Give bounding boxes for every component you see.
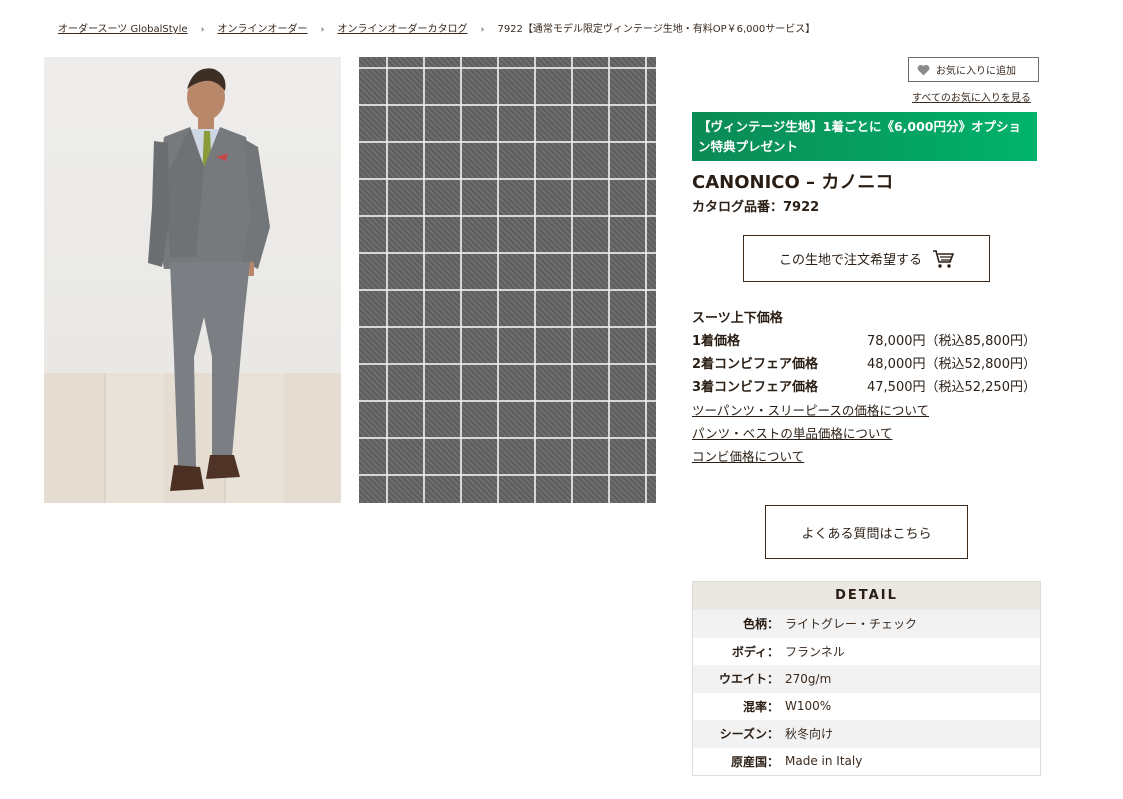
detail-value: W100% — [785, 699, 832, 714]
breadcrumb-item-online-order[interactable]: オンラインオーダー — [217, 24, 307, 35]
detail-value: 秋冬向け — [785, 727, 834, 742]
detail-table: DETAIL 色柄： ライトグレー・チェック ボディ： フランネル ウエイト： 270… — [692, 581, 1041, 776]
detail-row: 原産国： Made in Italy — [693, 748, 1040, 776]
price-value: 48,000円（税込52,800円） — [867, 357, 1036, 372]
vintage-offer-banner: 【ヴィンテージ生地】1着ごとに《6,000円分》オプション特典プレゼント — [692, 112, 1037, 161]
single-item-price-link[interactable]: パンツ・ベストの単品価格について — [692, 423, 893, 442]
add-favorite-label: お気に入りに追加 — [936, 66, 1016, 77]
breadcrumb-item-catalog[interactable]: オンラインオーダーカタログ — [337, 24, 467, 35]
price-value: 78,000円（税込85,800円） — [867, 334, 1036, 349]
product-brand-title: CANONICO – カノニコ — [692, 172, 894, 193]
detail-row: 色柄： ライトグレー・チェック — [693, 610, 1040, 638]
detail-value: ライトグレー・チェック — [785, 617, 918, 632]
cart-icon — [933, 249, 954, 268]
price-label: 1着価格 — [692, 334, 741, 349]
detail-key: ウエイト： — [718, 672, 779, 687]
detail-row: シーズン： 秋冬向け — [693, 720, 1040, 748]
two-pants-price-link[interactable]: ツーパンツ・スリーピースの価格について — [692, 400, 929, 419]
heart-icon — [917, 64, 930, 75]
detail-heading: DETAIL — [693, 582, 1040, 610]
order-fabric-button[interactable]: この生地で注文希望する — [743, 235, 990, 282]
chevron-right-icon: › — [200, 25, 205, 35]
catalog-number: カタログ品番：7922 — [692, 200, 820, 215]
breadcrumb-item-home[interactable]: オーダースーツ GlobalStyle — [58, 24, 188, 35]
detail-key: 原産国： — [730, 754, 779, 769]
breadcrumb-item-current: 7922【通常モデル限定ヴィンテージ生地・有料OP￥6,000サービス】 — [497, 24, 816, 35]
price-heading: スーツ上下価格 — [692, 311, 783, 326]
chevron-right-icon: › — [480, 25, 485, 35]
detail-key: 混率： — [742, 699, 779, 714]
detail-row: ウエイト： 270g/m — [693, 665, 1040, 693]
detail-key: シーズン： — [719, 727, 779, 742]
price-value: 47,500円（税込52,250円） — [867, 380, 1036, 395]
combi-price-link[interactable]: コンビ価格について — [692, 446, 804, 465]
chevron-right-icon: › — [320, 25, 325, 35]
fabric-swatch-image[interactable] — [359, 57, 656, 503]
price-label: 3着コンビフェア価格 — [692, 380, 819, 395]
detail-value: 270g/m — [785, 671, 832, 686]
detail-value: Made in Italy — [785, 754, 863, 769]
detail-rows: 色柄： ライトグレー・チェック ボディ： フランネル ウエイト： 270g/m 混率：… — [693, 610, 1040, 775]
breadcrumb: オーダースーツ GlobalStyle › オンラインオーダー › オンラインオ… — [58, 20, 815, 35]
view-all-favorites-link[interactable]: すべてのお気に入りを見る — [912, 89, 1031, 104]
price-label: 2着コンビフェア価格 — [692, 357, 819, 372]
add-favorite-button[interactable]: お気に入りに追加 — [908, 57, 1039, 82]
detail-row: ボディ： フランネル — [693, 638, 1040, 666]
faq-button[interactable]: よくある質問はこちら — [765, 505, 968, 559]
order-fabric-label: この生地で注文希望する — [778, 253, 922, 268]
detail-key: 色柄： — [742, 617, 779, 632]
model-photo[interactable] — [44, 57, 341, 503]
detail-value: フランネル — [785, 644, 845, 659]
suited-model-figure — [148, 68, 270, 491]
detail-key: ボディ： — [731, 644, 779, 659]
detail-row: 混率： W100% — [693, 693, 1040, 721]
